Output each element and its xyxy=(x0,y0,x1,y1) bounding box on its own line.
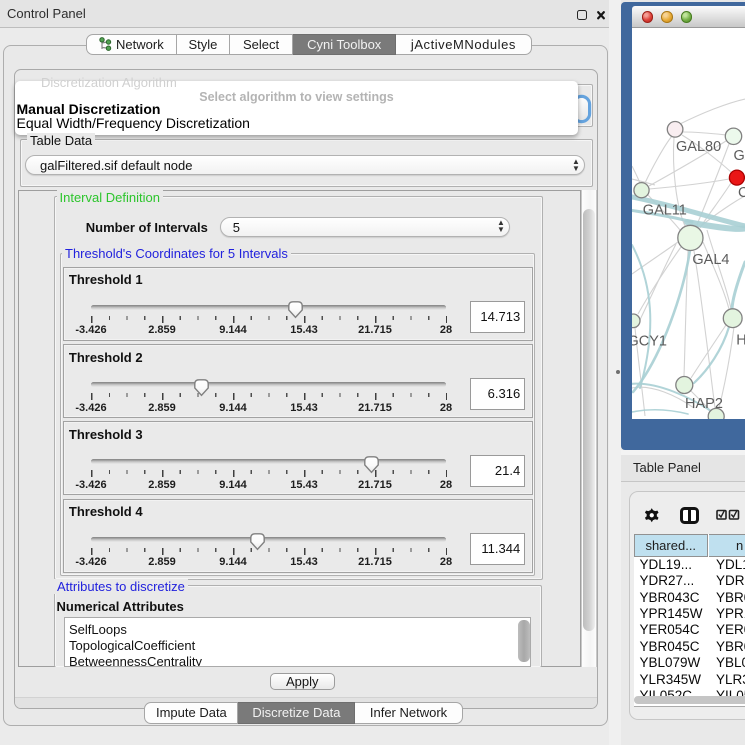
svg-text:GAL4: GAL4 xyxy=(692,252,729,268)
svg-text:GAL11: GAL11 xyxy=(643,202,687,218)
svg-text:GAL80: GAL80 xyxy=(676,139,721,155)
svg-text:HAP2: HAP2 xyxy=(685,396,723,412)
svg-text:CY: CY xyxy=(738,185,745,201)
svg-text:GAL1: GAL1 xyxy=(734,147,745,163)
svg-text:GCY1: GCY1 xyxy=(632,333,667,349)
svg-text:HA: HA xyxy=(736,332,745,348)
